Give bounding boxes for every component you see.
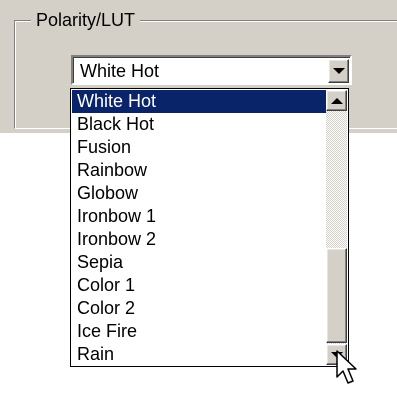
chevron-down-icon	[332, 68, 345, 74]
list-item[interactable]: Ironbow 1	[72, 205, 326, 228]
list-item[interactable]: Globow	[72, 182, 326, 205]
list-item[interactable]: Color 1	[72, 274, 326, 297]
list-item[interactable]: Black Hot	[72, 113, 326, 136]
combo-selected-value: White Hot	[80, 61, 160, 81]
scroll-up-button[interactable]	[326, 90, 347, 111]
groupbox-title: Polarity/LUT	[31, 8, 141, 32]
list-item[interactable]: Rain	[72, 343, 326, 366]
list-item[interactable]: Ice Fire	[72, 320, 326, 343]
list-item[interactable]: Ironbow 2	[72, 228, 326, 251]
combo-dropdown-button[interactable]	[328, 59, 349, 83]
list-item[interactable]: Fusion	[72, 136, 326, 159]
combo-inner-border: White Hot	[73, 57, 350, 83]
list-item[interactable]: Rainbow	[72, 159, 326, 182]
list-item[interactable]: Color 2	[72, 297, 326, 320]
list-item[interactable]: White Hot	[72, 90, 326, 113]
list-item[interactable]: Sepia	[72, 251, 326, 274]
vertical-scrollbar[interactable]	[326, 90, 347, 365]
lut-options-list[interactable]: White Hot Black Hot Fusion Rainbow Globow Iro…	[72, 90, 326, 366]
polarity-lut-combobox[interactable]: White Hot	[71, 55, 352, 85]
scrollbar-thumb[interactable]	[326, 248, 347, 343]
screenshot-stage: Polarity/LUT White Hot White Hot Black Ho…	[0, 0, 397, 393]
scroll-up-arrow-icon	[330, 97, 343, 104]
mouse-pointer-icon	[336, 350, 357, 384]
combo-dropdown-list[interactable]: White Hot Black Hot Fusion Rainbow Globow Iro…	[70, 88, 349, 367]
